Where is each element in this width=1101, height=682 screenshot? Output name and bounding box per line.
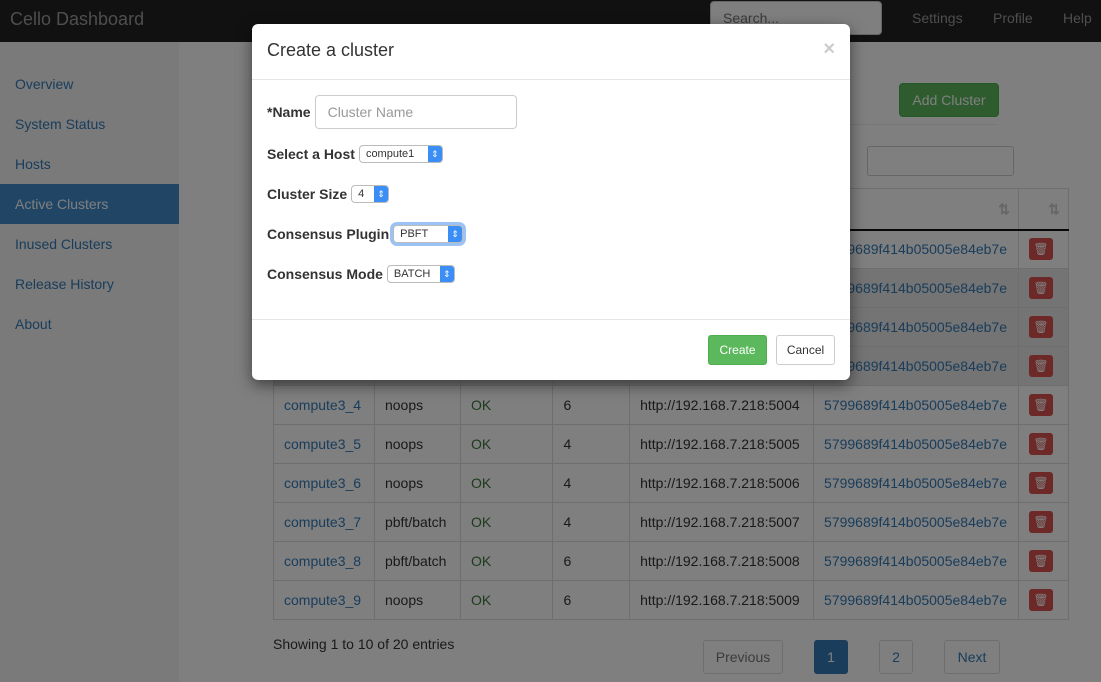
- mode-select-value: BATCH: [393, 268, 431, 280]
- size-label: Cluster Size: [267, 186, 348, 202]
- plugin-label: Consensus Plugin: [267, 226, 390, 242]
- name-row: *Name: [267, 95, 517, 129]
- create-cluster-modal: Create a cluster × *Name Select a Host c…: [252, 24, 850, 380]
- host-select[interactable]: compute1 ⇕: [358, 145, 443, 163]
- size-select[interactable]: 4 ⇕: [351, 185, 390, 203]
- modal-title: Create a cluster: [267, 40, 395, 60]
- host-label: Select a Host: [267, 146, 355, 162]
- modal-header: Create a cluster ×: [252, 24, 850, 80]
- plugin-select[interactable]: PBFT ⇕: [393, 225, 464, 243]
- cancel-button[interactable]: Cancel: [776, 335, 835, 365]
- name-label: *Name: [267, 104, 311, 120]
- mode-label: Consensus Mode: [267, 266, 383, 282]
- select-arrows-icon: ⇕: [374, 186, 389, 202]
- size-row: Cluster Size 4 ⇕: [267, 185, 390, 203]
- create-button[interactable]: Create: [708, 335, 767, 365]
- mode-row: Consensus Mode BATCH ⇕: [267, 265, 455, 283]
- cluster-name-input[interactable]: [314, 95, 517, 129]
- host-row: Select a Host compute1 ⇕: [267, 145, 443, 163]
- plugin-select-value: PBFT: [400, 228, 429, 240]
- close-icon[interactable]: ×: [823, 38, 835, 61]
- mode-select[interactable]: BATCH ⇕: [386, 265, 455, 283]
- host-select-value: compute1: [365, 148, 415, 160]
- plugin-row: Consensus Plugin PBFT ⇕: [267, 225, 464, 243]
- select-arrows-icon: ⇕: [439, 266, 454, 282]
- size-select-value: 4: [358, 188, 365, 200]
- select-arrows-icon: ⇕: [427, 146, 442, 162]
- modal-footer: Create Cancel: [252, 319, 850, 380]
- select-arrows-icon: ⇕: [448, 226, 463, 242]
